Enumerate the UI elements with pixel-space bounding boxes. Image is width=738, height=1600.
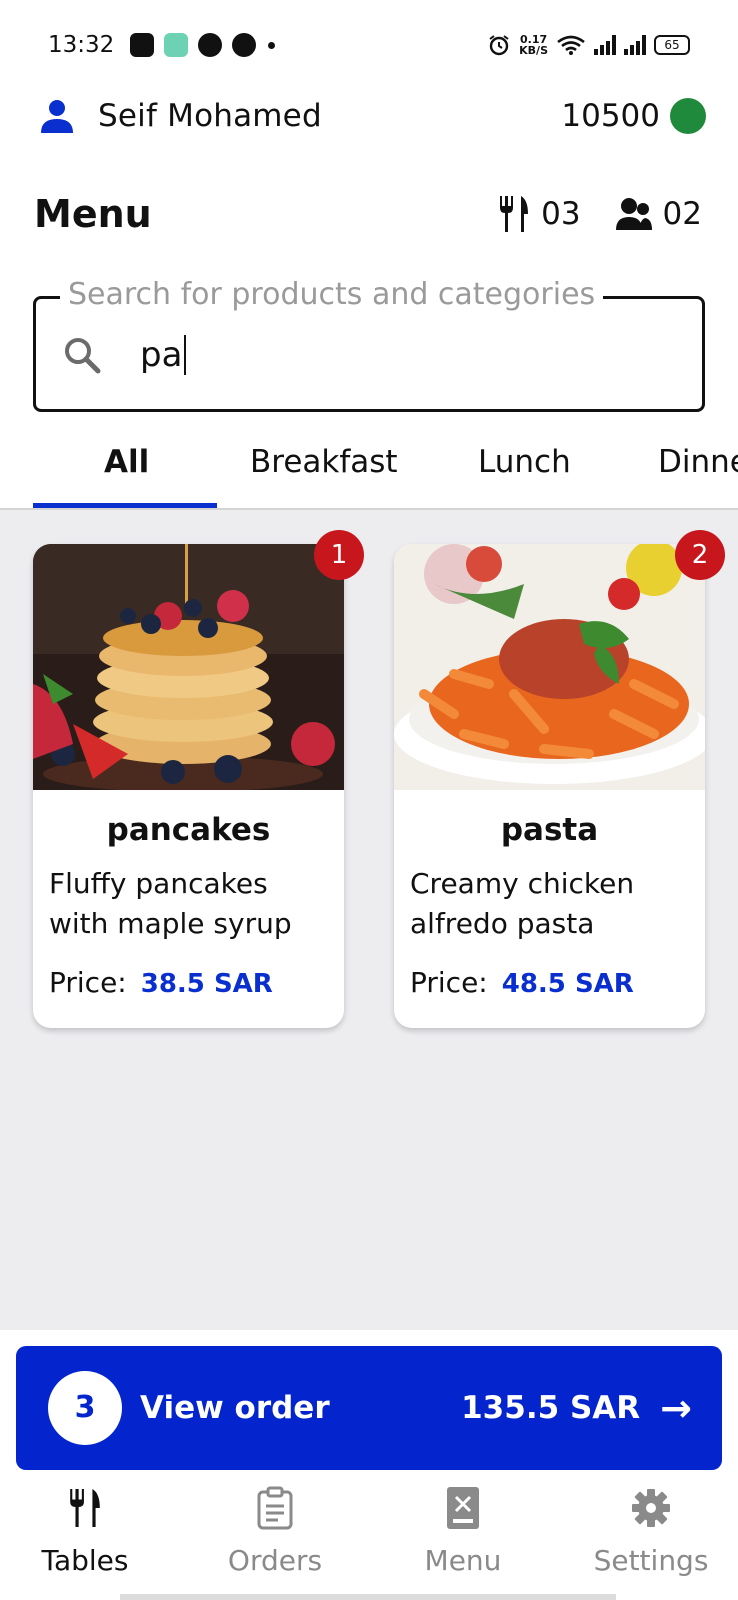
product-card-pasta[interactable]: 2 pasta Creamy chicken alfredo pasta Pri… — [394, 530, 725, 1028]
alarm-icon — [489, 35, 509, 56]
product-price: 38.5 SAR — [140, 969, 273, 999]
search-input[interactable]: Search for products and categories pa — [33, 277, 705, 412]
user-header: Seif Mohamed 10500 — [0, 90, 738, 142]
category-tabs: All Breakfast Lunch Dinner — [0, 432, 738, 510]
guests-count: 02 — [662, 196, 702, 232]
points-value: 10500 — [561, 98, 660, 134]
office365-icon — [198, 33, 223, 57]
product-grid: 1 pancakes Fluffy pancakes with maple sy… — [0, 510, 738, 1330]
teams-icon — [130, 33, 155, 57]
active-tab-indicator — [33, 503, 217, 508]
signal-strength-2-icon — [624, 35, 646, 55]
status-bar: 13:32 0.17 KB/S 65 — [0, 0, 738, 90]
signal-strength-icon — [594, 35, 616, 55]
guests-icon — [615, 198, 652, 230]
status-app-icons — [130, 33, 276, 57]
more-notifications-dot-icon — [268, 41, 276, 49]
view-order-button[interactable]: 3 View order 135.5 SAR → — [16, 1346, 722, 1470]
tab-all[interactable]: All — [104, 444, 149, 480]
nav-label-settings: Settings — [593, 1544, 709, 1577]
clipboard-icon — [257, 1486, 293, 1530]
nav-label-menu: Menu — [424, 1544, 502, 1577]
product-price-row: Price: 48.5 SAR — [394, 952, 705, 999]
status-time: 13:32 — [48, 32, 115, 58]
app-square-icon — [164, 33, 189, 57]
price-label: Price: — [410, 966, 488, 999]
arrow-right-icon: → — [660, 1386, 692, 1430]
user-icon[interactable] — [38, 97, 76, 135]
nav-label-tables: Tables — [41, 1544, 129, 1577]
cutlery-icon — [70, 1488, 100, 1528]
gear-icon — [632, 1489, 670, 1527]
status-right: 0.17 KB/S 65 — [487, 33, 690, 57]
cart-quantity-badge: 2 — [675, 530, 725, 580]
pancakes-image — [33, 544, 344, 790]
app-circle-icon — [232, 33, 257, 57]
tables-count: 03 — [541, 196, 581, 232]
menu-header: Menu 03 02 — [0, 185, 738, 243]
cutlery-icon — [500, 196, 529, 232]
network-speed: 0.17 KB/S — [519, 34, 548, 56]
wifi-icon — [557, 35, 585, 55]
nav-item-tables[interactable]: Tables — [10, 1484, 160, 1577]
nav-item-settings[interactable]: Settings — [576, 1484, 726, 1577]
order-total: 135.5 SAR — [461, 1390, 641, 1426]
nav-item-orders[interactable]: Orders — [200, 1484, 350, 1577]
product-name: pancakes — [106, 812, 271, 848]
view-order-label: View order — [140, 1390, 330, 1426]
guests-stat: 02 — [615, 196, 702, 232]
user-name: Seif Mohamed — [98, 98, 322, 134]
tables-stat: 03 — [497, 194, 581, 234]
price-label: Price: — [49, 966, 127, 999]
nav-item-menu[interactable]: Menu — [388, 1484, 538, 1577]
order-item-count: 3 — [48, 1371, 122, 1445]
menu-book-icon — [447, 1487, 479, 1529]
nav-label-orders: Orders — [227, 1544, 323, 1577]
product-price: 48.5 SAR — [501, 969, 634, 999]
network-speed-unit: KB/S — [519, 44, 548, 57]
product-price-row: Price: 38.5 SAR — [33, 952, 344, 999]
product-card-pancakes[interactable]: 1 pancakes Fluffy pancakes with maple sy… — [33, 530, 364, 1028]
product-description: Fluffy pancakes with maple syrup — [49, 867, 292, 940]
points-display: 10500 — [561, 98, 706, 134]
tab-lunch[interactable]: Lunch — [478, 444, 571, 480]
search-label: Search for products and categories — [60, 277, 604, 312]
product-name: pasta — [500, 812, 599, 848]
tab-dinner[interactable]: Dinner — [658, 444, 738, 480]
online-status-indicator — [670, 98, 706, 134]
search-icon — [65, 338, 101, 374]
battery-icon: 65 — [654, 35, 690, 55]
menu-stats: 03 02 — [497, 194, 702, 234]
tab-breakfast[interactable]: Breakfast — [250, 444, 398, 480]
home-indicator[interactable] — [120, 1594, 616, 1600]
battery-level: 65 — [664, 38, 680, 52]
search-input-value[interactable]: pa — [140, 335, 187, 375]
pasta-image — [394, 544, 705, 790]
cart-quantity-badge: 1 — [314, 530, 364, 580]
bottom-navigation: Tables Orders Menu Settings — [0, 1470, 738, 1600]
product-description: Creamy chicken alfredo pasta — [410, 867, 635, 940]
page-title: Menu — [34, 192, 152, 236]
